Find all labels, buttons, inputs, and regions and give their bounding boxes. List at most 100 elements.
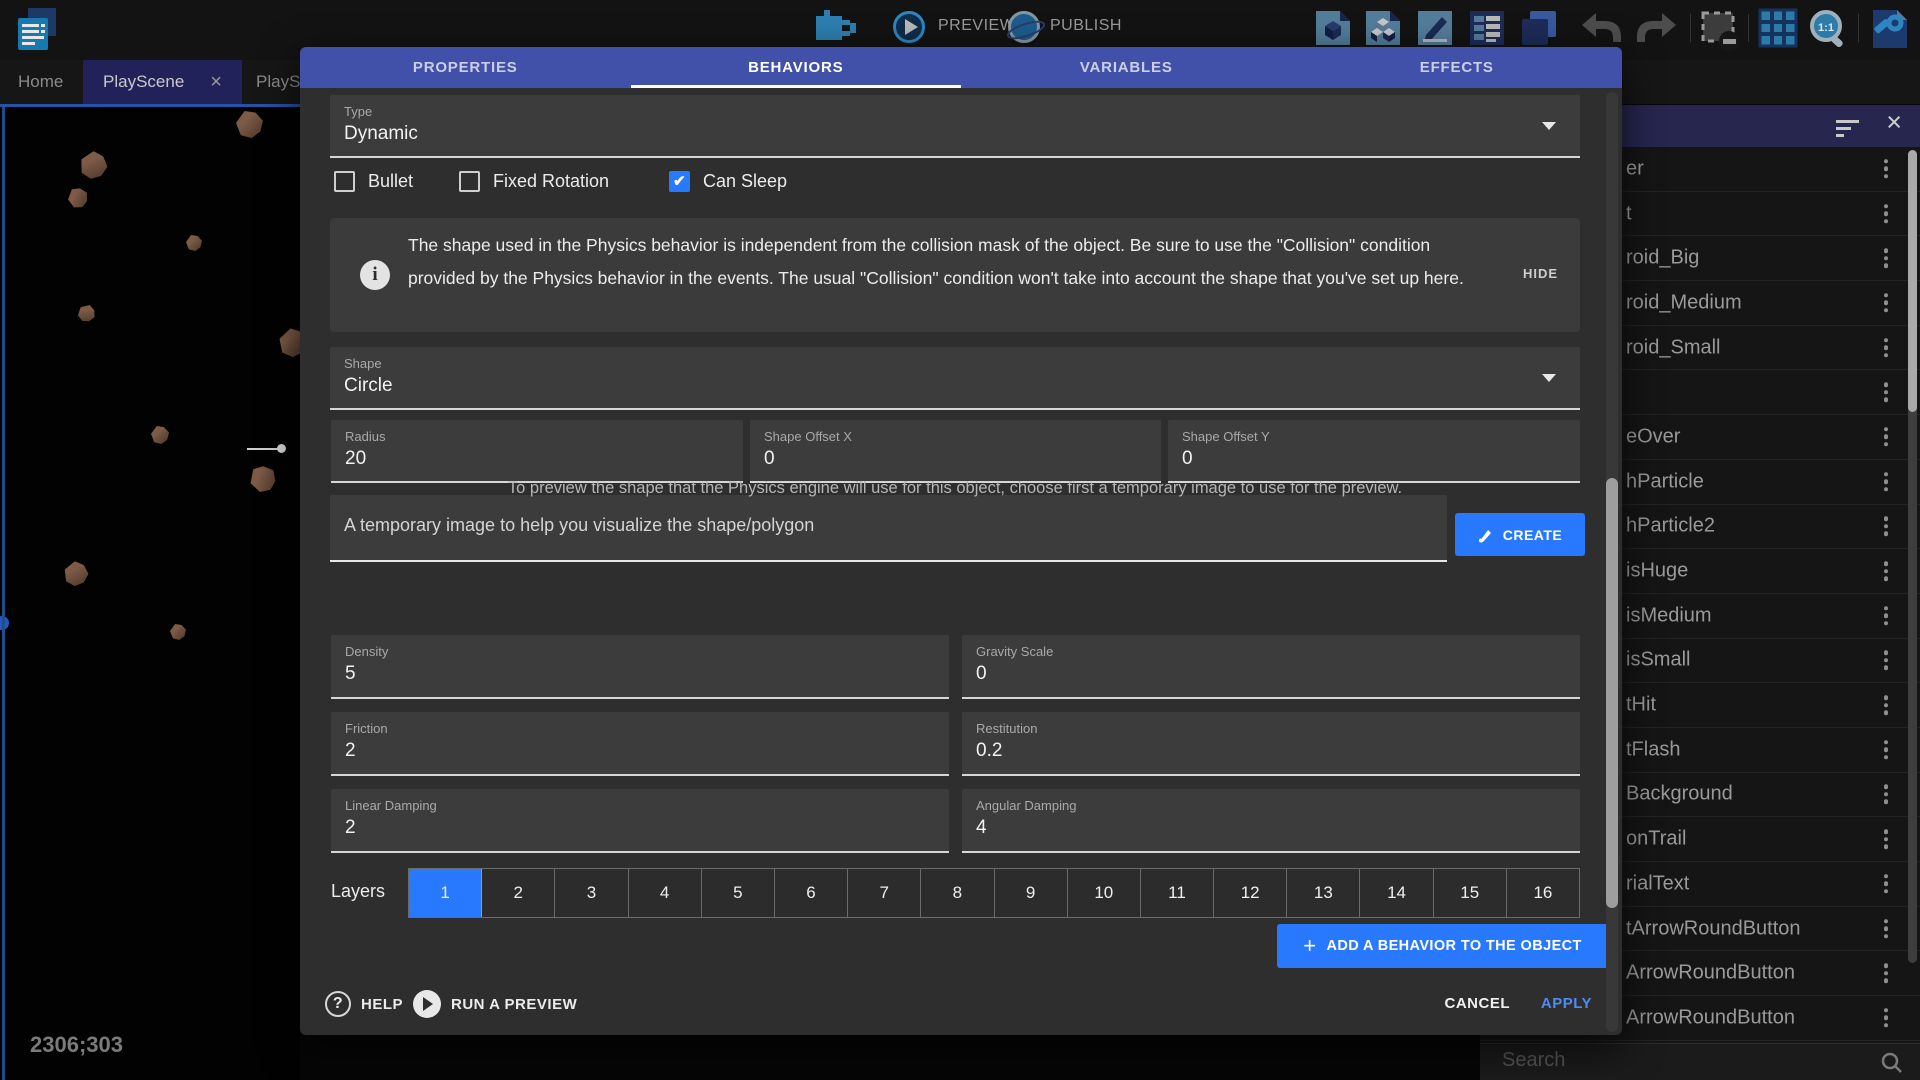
- row-menu-icon[interactable]: [1884, 469, 1889, 495]
- add-behavior-button[interactable]: + ADD A BEHAVIOR TO THE OBJECT: [1277, 924, 1608, 968]
- row-menu-icon[interactable]: [1884, 380, 1889, 406]
- layers-selector: 1 2 3 4 5 6 7 8 9 10 11 12 13 14 15 16: [408, 868, 1580, 918]
- toolbar-separator: [1748, 14, 1749, 42]
- publish-globe-icon[interactable]: [1008, 11, 1040, 43]
- clear-selection-icon[interactable]: [1698, 8, 1742, 57]
- layer-button-6[interactable]: 6: [775, 869, 848, 917]
- objects-search-input[interactable]: [1500, 1048, 1834, 1073]
- panel-scrollbar-thumb[interactable]: [1908, 150, 1917, 412]
- row-menu-icon[interactable]: [1884, 424, 1889, 450]
- gravity-scale-field[interactable]: Gravity Scale 0: [962, 635, 1580, 699]
- radius-field[interactable]: Radius 20: [331, 420, 743, 483]
- row-menu-icon[interactable]: [1884, 245, 1889, 271]
- apply-button[interactable]: APPLY: [1541, 995, 1592, 1012]
- row-menu-icon[interactable]: [1884, 782, 1889, 808]
- linear-damping-field[interactable]: Linear Damping 2: [331, 789, 949, 853]
- create-button[interactable]: CREATE: [1455, 513, 1585, 556]
- hide-button[interactable]: HIDE: [1523, 266, 1558, 281]
- shape-select[interactable]: Shape Circle: [330, 347, 1580, 410]
- layer-button-11[interactable]: 11: [1141, 869, 1214, 917]
- plug-icon[interactable]: [816, 10, 856, 44]
- scene-canvas[interactable]: 2306;303: [0, 104, 300, 1080]
- cursor-coordinates-readout: 2306;303: [30, 1032, 123, 1058]
- asteroid-sprite[interactable]: [170, 624, 186, 640]
- chevron-down-icon: [1542, 122, 1556, 130]
- tab-behaviors[interactable]: BEHAVIORS: [631, 47, 962, 88]
- row-menu-icon[interactable]: [1884, 737, 1889, 763]
- row-menu-icon[interactable]: [1884, 201, 1889, 227]
- asteroid-sprite[interactable]: [75, 302, 99, 326]
- temp-image-field[interactable]: A temporary image to help you visualize …: [330, 495, 1447, 562]
- asteroid-sprite[interactable]: [236, 111, 263, 138]
- shape-offset-y-field[interactable]: Shape Offset Y 0: [1168, 420, 1580, 483]
- tab-effects[interactable]: EFFECTS: [1292, 47, 1623, 88]
- row-menu-icon[interactable]: [1884, 871, 1889, 897]
- preview-button[interactable]: PREVIEW: [938, 17, 1015, 35]
- row-menu-icon[interactable]: [1884, 156, 1889, 182]
- row-menu-icon[interactable]: [1884, 960, 1889, 986]
- tab-properties[interactable]: PROPERTIES: [300, 47, 631, 88]
- row-menu-icon[interactable]: [1884, 290, 1889, 316]
- row-menu-icon[interactable]: [1884, 826, 1889, 852]
- asteroid-sprite[interactable]: [246, 462, 281, 497]
- asteroid-sprite[interactable]: [61, 559, 90, 588]
- density-field[interactable]: Density 5: [331, 635, 949, 699]
- layer-button-14[interactable]: 14: [1360, 869, 1433, 917]
- row-menu-icon[interactable]: [1884, 1005, 1889, 1031]
- tab-playscene[interactable]: PlayScene ×: [83, 60, 242, 104]
- row-menu-icon[interactable]: [1884, 603, 1889, 629]
- asteroid-sprite[interactable]: [66, 186, 90, 210]
- preview-play-icon[interactable]: [893, 11, 925, 43]
- row-menu-icon[interactable]: [1884, 514, 1889, 540]
- restitution-field[interactable]: Restitution 0.2: [962, 712, 1580, 776]
- shape-offset-x-field[interactable]: Shape Offset X 0: [750, 420, 1161, 483]
- bullet-checkbox[interactable]: [334, 171, 355, 192]
- row-menu-icon[interactable]: [1884, 692, 1889, 718]
- friction-field[interactable]: Friction 2: [331, 712, 949, 776]
- tab-home[interactable]: Home: [0, 60, 81, 104]
- help-button[interactable]: ? HELP: [325, 991, 403, 1017]
- layer-button-10[interactable]: 10: [1068, 869, 1141, 917]
- close-tab-icon[interactable]: ×: [210, 71, 222, 94]
- cancel-button[interactable]: CANCEL: [1445, 995, 1511, 1012]
- tab-playscene2[interactable]: PlayS: [250, 60, 306, 104]
- angular-damping-field[interactable]: Angular Damping 4: [962, 789, 1580, 853]
- redo-icon[interactable]: [1634, 9, 1680, 54]
- debugger-wrench-icon[interactable]: [1868, 7, 1912, 56]
- selection-handle-dot[interactable]: [277, 444, 286, 453]
- layer-button-2[interactable]: 2: [482, 869, 555, 917]
- layer-button-12[interactable]: 12: [1214, 869, 1287, 917]
- asteroid-sprite[interactable]: [151, 426, 169, 444]
- dialog-scrollbar-thumb[interactable]: [1606, 478, 1618, 908]
- plus-icon: +: [1303, 933, 1316, 959]
- filter-icon[interactable]: [1836, 120, 1860, 141]
- close-panel-icon[interactable]: ×: [1886, 107, 1902, 138]
- layer-button-8[interactable]: 8: [921, 869, 994, 917]
- type-select[interactable]: Type Dynamic: [330, 95, 1580, 158]
- row-menu-icon[interactable]: [1884, 558, 1889, 584]
- publish-button[interactable]: PUBLISH: [1050, 17, 1122, 35]
- layer-button-9[interactable]: 9: [995, 869, 1068, 917]
- info-box: i The shape used in the Physics behavior…: [330, 218, 1580, 332]
- row-menu-icon[interactable]: [1884, 916, 1889, 942]
- run-preview-button[interactable]: RUN A PREVIEW: [413, 990, 577, 1018]
- row-menu-icon[interactable]: [1884, 335, 1889, 361]
- scene-border-top: [0, 104, 300, 107]
- zoom-1to1-icon[interactable]: 1:1: [1806, 7, 1852, 56]
- grid-icon[interactable]: [1758, 8, 1798, 53]
- asteroid-sprite[interactable]: [76, 148, 111, 183]
- layer-button-13[interactable]: 13: [1287, 869, 1360, 917]
- layer-button-1[interactable]: 1: [409, 869, 482, 917]
- can-sleep-checkbox[interactable]: ✔: [669, 171, 690, 192]
- layer-button-5[interactable]: 5: [702, 869, 775, 917]
- layer-button-16[interactable]: 16: [1507, 869, 1579, 917]
- asteroid-sprite[interactable]: [186, 235, 202, 251]
- row-menu-icon[interactable]: [1884, 648, 1889, 674]
- layer-button-15[interactable]: 15: [1434, 869, 1507, 917]
- project-manager-icon[interactable]: [12, 6, 62, 56]
- fixed-rotation-checkbox[interactable]: [459, 171, 480, 192]
- layer-button-7[interactable]: 7: [848, 869, 921, 917]
- layer-button-3[interactable]: 3: [555, 869, 628, 917]
- tab-variables[interactable]: VARIABLES: [961, 47, 1292, 88]
- layer-button-4[interactable]: 4: [629, 869, 702, 917]
